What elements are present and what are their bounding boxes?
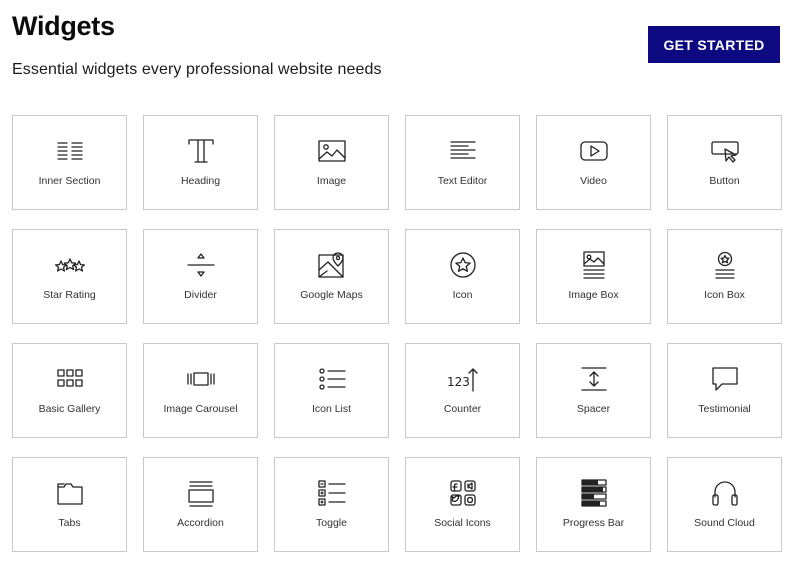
widget-tile-icon[interactable]: Icon bbox=[405, 229, 520, 324]
widget-tile-video[interactable]: Video bbox=[536, 115, 651, 210]
social-icons-icon bbox=[448, 478, 478, 508]
widget-label: Heading bbox=[180, 175, 221, 187]
widget-tile-button[interactable]: Button bbox=[667, 115, 782, 210]
widget-tile-counter[interactable]: 123 Counter bbox=[405, 343, 520, 438]
widget-tile-basic-gallery[interactable]: Basic Gallery bbox=[12, 343, 127, 438]
widget-tile-sound-cloud[interactable]: Sound Cloud bbox=[667, 457, 782, 552]
widget-tile-icon-box[interactable]: Icon Box bbox=[667, 229, 782, 324]
accordion-icon bbox=[186, 478, 216, 508]
widget-label: Video bbox=[580, 175, 607, 187]
widget-tile-accordion[interactable]: Accordion bbox=[143, 457, 258, 552]
widget-tile-spacer[interactable]: Spacer bbox=[536, 343, 651, 438]
image-carousel-icon bbox=[186, 364, 216, 394]
widget-label: Accordion bbox=[177, 517, 224, 529]
widget-tile-heading[interactable]: Heading bbox=[143, 115, 258, 210]
widget-tile-tabs[interactable]: Tabs bbox=[12, 457, 127, 552]
spacer-icon bbox=[579, 364, 609, 394]
button-icon bbox=[710, 136, 740, 166]
widget-label: Text Editor bbox=[437, 175, 488, 187]
icon-list-icon bbox=[317, 364, 347, 394]
widget-label: Tabs bbox=[58, 517, 81, 529]
widget-tile-google-maps[interactable]: Google Maps bbox=[274, 229, 389, 324]
page-title: Widgets bbox=[12, 11, 115, 41]
widget-tile-image-carousel[interactable]: Image Carousel bbox=[143, 343, 258, 438]
text-editor-icon bbox=[448, 136, 478, 166]
widget-label: Counter bbox=[443, 403, 482, 415]
widget-label: Image Carousel bbox=[163, 403, 238, 415]
widget-label: Social Icons bbox=[434, 517, 491, 529]
widget-label: Icon bbox=[452, 289, 473, 301]
heading-icon bbox=[186, 136, 216, 166]
counter-icon: 123 bbox=[447, 364, 478, 394]
image-icon bbox=[317, 136, 347, 166]
widget-tile-icon-list[interactable]: Icon List bbox=[274, 343, 389, 438]
widget-tile-star-rating[interactable]: Star Rating bbox=[12, 229, 127, 324]
widget-label: Button bbox=[709, 175, 740, 187]
widget-label: Inner Section bbox=[38, 175, 101, 187]
image-box-icon bbox=[579, 250, 609, 280]
widget-tile-progress-bar[interactable]: Progress Bar bbox=[536, 457, 651, 552]
get-started-button[interactable]: GET STARTED bbox=[648, 26, 780, 63]
video-icon bbox=[579, 136, 609, 166]
widget-label: Icon List bbox=[311, 403, 352, 415]
widget-tile-image-box[interactable]: Image Box bbox=[536, 229, 651, 324]
icon-box-icon bbox=[710, 250, 740, 280]
widget-tile-testimonial[interactable]: Testimonial bbox=[667, 343, 782, 438]
widget-tile-inner-section[interactable]: Inner Section bbox=[12, 115, 127, 210]
inner-section-icon bbox=[55, 136, 85, 166]
widget-label: Image Box bbox=[568, 289, 619, 301]
page-subtitle: Essential widgets every professional web… bbox=[12, 61, 382, 78]
widget-label: Icon Box bbox=[704, 289, 745, 301]
widget-tile-social-icons[interactable]: Social Icons bbox=[405, 457, 520, 552]
basic-gallery-icon bbox=[55, 364, 85, 394]
star-rating-icon bbox=[54, 250, 85, 280]
divider-icon bbox=[186, 250, 216, 280]
widget-label: Progress Bar bbox=[562, 517, 625, 529]
widget-label: Image bbox=[316, 175, 347, 187]
widget-label: Spacer bbox=[576, 403, 611, 415]
tabs-icon bbox=[55, 478, 85, 508]
widget-label: Testimonial bbox=[698, 403, 751, 415]
widget-tile-text-editor[interactable]: Text Editor bbox=[405, 115, 520, 210]
widget-label: Google Maps bbox=[300, 289, 363, 301]
widget-label: Divider bbox=[184, 289, 217, 301]
widget-label: Star Rating bbox=[43, 289, 96, 301]
icon-icon bbox=[448, 250, 478, 280]
widget-label: Toggle bbox=[316, 517, 347, 529]
widget-tile-toggle[interactable]: Toggle bbox=[274, 457, 389, 552]
widget-label: Basic Gallery bbox=[38, 403, 101, 415]
widget-tile-divider[interactable]: Divider bbox=[143, 229, 258, 324]
testimonial-icon bbox=[710, 364, 740, 394]
svg-text:123: 123 bbox=[447, 375, 470, 389]
widget-tile-image[interactable]: Image bbox=[274, 115, 389, 210]
progress-bar-icon bbox=[579, 478, 609, 508]
widget-label: Sound Cloud bbox=[694, 517, 755, 529]
toggle-icon bbox=[317, 478, 347, 508]
sound-cloud-icon bbox=[710, 478, 740, 508]
widget-grid: Inner Section Heading Image Text Editor Vide… bbox=[12, 115, 782, 552]
google-maps-icon bbox=[317, 250, 347, 280]
